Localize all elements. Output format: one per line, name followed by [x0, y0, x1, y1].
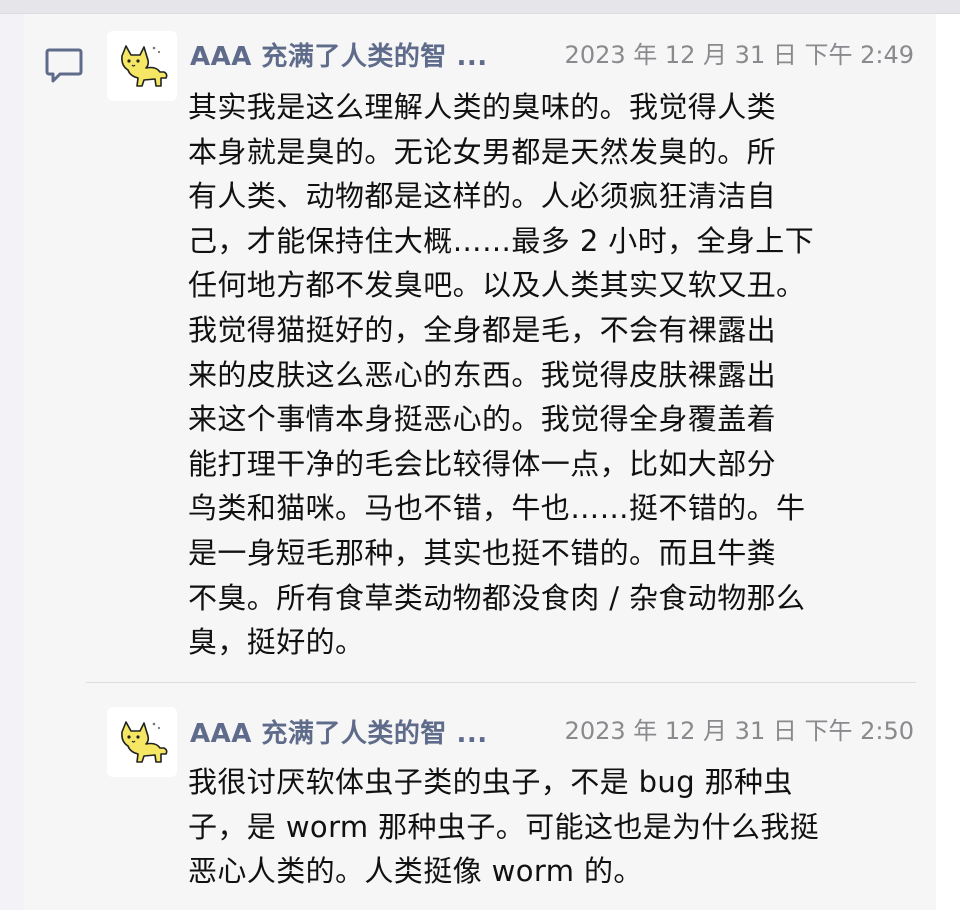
right-gutter	[936, 14, 960, 910]
timestamp: 2023 年 12 月 31 日 下午 2:50	[564, 717, 914, 745]
avatar[interactable]	[107, 707, 177, 777]
avatar[interactable]	[107, 31, 177, 101]
cat-avatar-icon	[121, 721, 168, 763]
comment-icon[interactable]	[44, 46, 84, 84]
timestamp: 2023 年 12 月 31 日 下午 2:49	[564, 41, 914, 69]
author-name[interactable]: AAA 充满了人类的智 ...	[190, 36, 488, 73]
comment-text: 我很讨厌软体虫子类的虫子，不是 bug 那种虫 子，是 worm 那种虫子。可能…	[188, 765, 820, 889]
author-name[interactable]: AAA 充满了人类的智 ...	[190, 713, 488, 750]
cat-avatar-icon	[121, 45, 168, 87]
divider	[86, 682, 916, 683]
comment-text: 其实我是这么理解人类的臭味的。我觉得人类 本身就是臭的。无论女男都是天然发臭的。…	[188, 90, 815, 660]
top-strip	[0, 0, 960, 14]
